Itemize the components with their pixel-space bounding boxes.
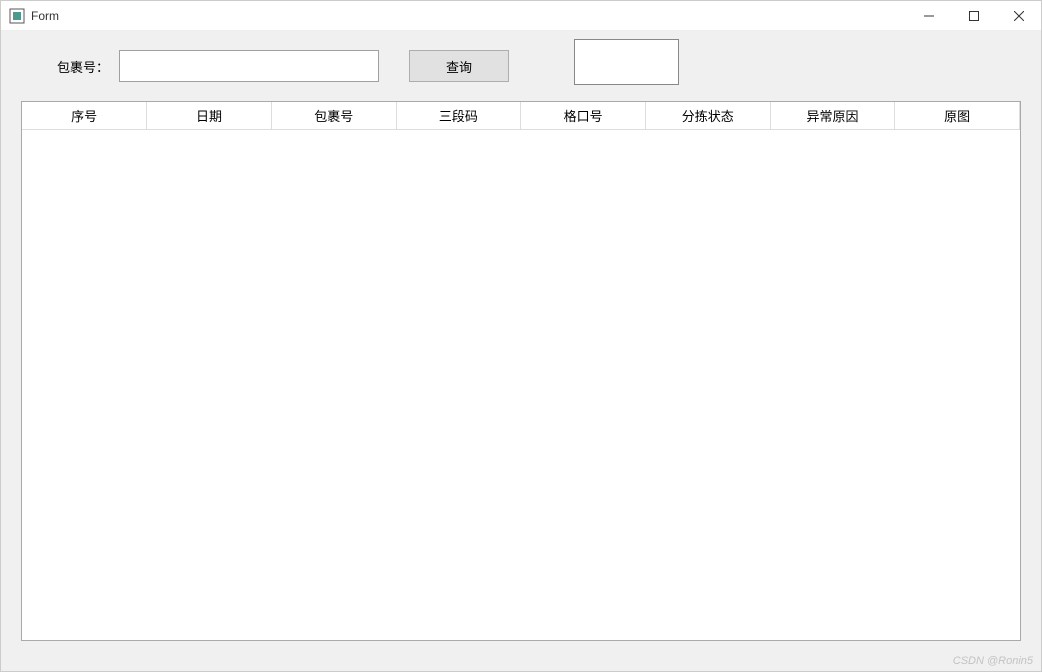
- window-controls: [906, 1, 1041, 30]
- column-header-package-id[interactable]: 包裹号: [271, 102, 396, 130]
- column-header-original-image[interactable]: 原图: [895, 102, 1020, 130]
- column-header-slot-number[interactable]: 格口号: [521, 102, 646, 130]
- search-row: 包裹号： 查询: [21, 47, 1021, 85]
- app-icon: [9, 8, 25, 24]
- query-button[interactable]: 查询: [409, 50, 509, 82]
- window-title: Form: [31, 9, 906, 23]
- content-area: 包裹号： 查询 序号 日期 包裹号 三段码 格口号 分拣状态 异常原因 原图 C: [1, 31, 1041, 671]
- window-titlebar: Form: [1, 1, 1041, 31]
- maximize-button[interactable]: [951, 1, 996, 30]
- column-header-date[interactable]: 日期: [147, 102, 272, 130]
- close-button[interactable]: [996, 1, 1041, 30]
- package-id-label: 包裹号：: [57, 57, 109, 76]
- preview-box: [574, 39, 679, 85]
- results-table: 序号 日期 包裹号 三段码 格口号 分拣状态 异常原因 原图: [22, 102, 1020, 130]
- results-table-container[interactable]: 序号 日期 包裹号 三段码 格口号 分拣状态 异常原因 原图: [21, 101, 1021, 641]
- column-header-sort-status[interactable]: 分拣状态: [645, 102, 770, 130]
- column-header-three-segment-code[interactable]: 三段码: [396, 102, 521, 130]
- watermark: CSDN @Ronin5: [953, 655, 1033, 667]
- column-header-exception-reason[interactable]: 异常原因: [770, 102, 895, 130]
- table-header-row: 序号 日期 包裹号 三段码 格口号 分拣状态 异常原因 原图: [22, 102, 1020, 130]
- minimize-button[interactable]: [906, 1, 951, 30]
- package-id-input[interactable]: [119, 50, 379, 82]
- column-header-index[interactable]: 序号: [22, 102, 147, 130]
